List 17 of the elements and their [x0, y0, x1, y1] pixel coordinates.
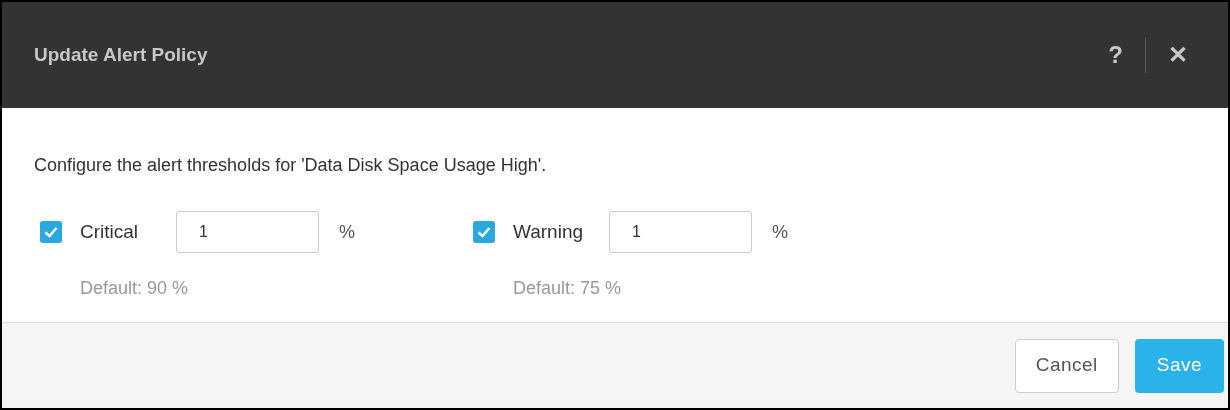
threshold-input[interactable]: 1	[176, 211, 319, 253]
default-text: Default: 75 %	[513, 277, 623, 300]
help-button[interactable]: ?	[1100, 37, 1131, 73]
close-button[interactable]: ✕	[1160, 37, 1196, 73]
checkbox[interactable]	[40, 221, 62, 243]
description-text: Configure the alert thresholds for 'Data Disk Space Usage High'.	[34, 154, 548, 177]
threshold-label: Warning	[513, 219, 585, 244]
default-text: Default: 90 %	[80, 277, 190, 300]
cancel-button[interactable]: Cancel	[1014, 338, 1119, 393]
unit-text: %	[339, 220, 355, 244]
threshold-input[interactable]: 1	[609, 211, 752, 253]
dialog-title: Update Alert Policy	[34, 42, 209, 67]
checkbox[interactable]	[473, 221, 495, 243]
check-icon	[44, 226, 58, 238]
threshold-label: Critical	[80, 219, 140, 244]
unit-text: %	[772, 220, 788, 244]
check-icon	[477, 226, 491, 238]
